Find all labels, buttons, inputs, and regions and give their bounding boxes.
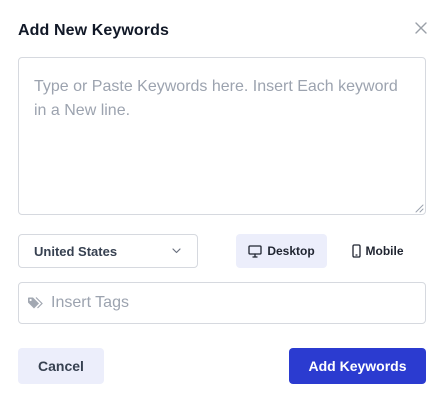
dialog-title: Add New Keywords xyxy=(18,22,169,39)
desktop-toggle-button[interactable]: Desktop xyxy=(236,234,327,268)
desktop-label: Desktop xyxy=(267,244,315,258)
tag-icon xyxy=(28,297,43,309)
add-keywords-button[interactable]: Add Keywords xyxy=(289,348,426,384)
tags-field[interactable] xyxy=(18,282,426,324)
keywords-textarea[interactable] xyxy=(18,57,426,215)
close-button[interactable] xyxy=(412,19,430,37)
mobile-icon xyxy=(351,244,361,258)
mobile-toggle-button[interactable]: Mobile xyxy=(340,234,415,268)
tags-input[interactable] xyxy=(51,288,415,318)
country-select[interactable]: United States xyxy=(18,234,198,268)
close-icon xyxy=(415,22,427,34)
country-select-value: United States xyxy=(34,243,118,259)
mobile-label: Mobile xyxy=(365,244,404,258)
chevron-down-icon xyxy=(172,248,181,254)
cancel-button[interactable]: Cancel xyxy=(18,348,104,384)
add-keywords-dialog: Add New Keywords United States Desktop M… xyxy=(0,0,443,403)
desktop-icon xyxy=(248,244,262,258)
